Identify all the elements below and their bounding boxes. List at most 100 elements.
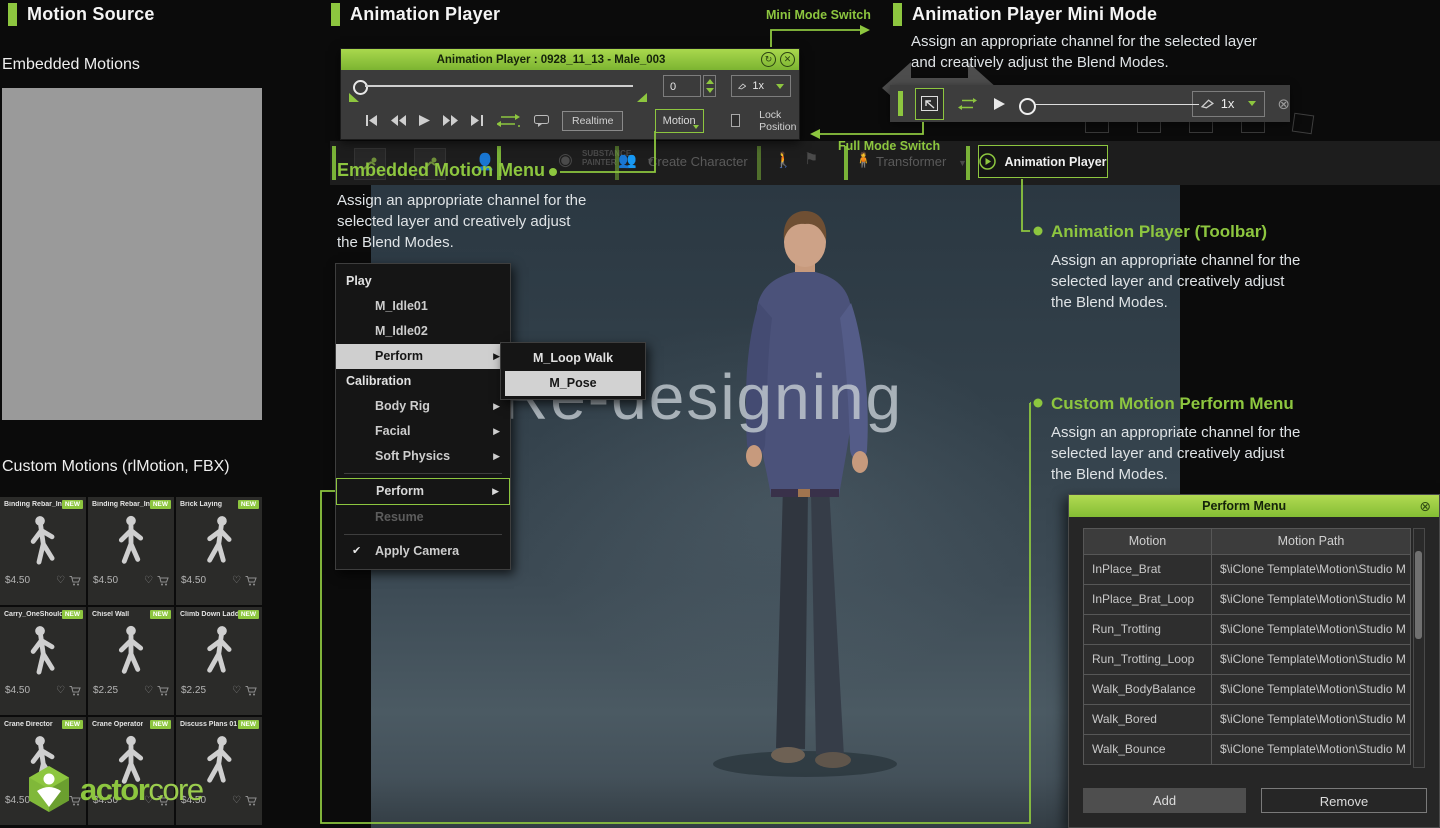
frame-spinner[interactable] <box>703 75 716 97</box>
close-icon[interactable]: ⊗ <box>1419 498 1431 515</box>
motion-path-cell[interactable]: $\iClone Template\Motion\Studio M <box>1212 615 1410 644</box>
close-icon[interactable]: ✕ <box>780 52 795 67</box>
flag-icon[interactable]: ⚑ <box>804 149 818 169</box>
menu-item-m-idle02[interactable]: M_Idle02 <box>336 319 510 344</box>
table-row[interactable]: Run_Trotting$\iClone Template\Motion\Stu… <box>1084 615 1410 645</box>
cart-icon[interactable] <box>157 686 169 696</box>
mini-speed-dropdown[interactable]: 1x <box>1192 91 1266 117</box>
table-row[interactable]: InPlace_Brat_Loop$\iClone Template\Motio… <box>1084 585 1410 615</box>
mini-close-icon[interactable]: ⊗ <box>1277 95 1290 113</box>
caption-bubble-icon[interactable] <box>534 115 549 127</box>
pose-icon[interactable]: 🚶 <box>774 151 793 169</box>
heart-icon[interactable]: ♡ <box>232 795 241 806</box>
fast-forward-button[interactable] <box>443 115 458 126</box>
rewind-button[interactable] <box>391 115 406 126</box>
realtime-button[interactable]: Realtime <box>562 111 623 131</box>
motion-path-cell[interactable]: $\iClone Template\Motion\Studio M <box>1212 705 1410 734</box>
heart-icon[interactable]: ♡ <box>56 685 65 696</box>
motion-cell[interactable]: Walk_Bored <box>1084 705 1212 734</box>
menu-item-facial[interactable]: Facial▶ <box>336 419 510 444</box>
frame-input[interactable]: 0 <box>663 75 701 97</box>
range-end-marker[interactable] <box>637 93 647 102</box>
menu-item-apply-camera[interactable]: Apply Camera✔ <box>336 539 510 564</box>
heart-icon[interactable]: ♡ <box>144 685 153 696</box>
timeline-track[interactable] <box>365 85 633 87</box>
mini-play-button[interactable] <box>994 98 1005 110</box>
full-mode-switch-button[interactable] <box>915 88 944 120</box>
transformer-label[interactable]: Transformer <box>876 154 946 169</box>
motion-path-cell[interactable]: $\iClone Template\Motion\Studio M <box>1212 555 1410 584</box>
store-item-card[interactable]: Brick LayingNEW$4.50♡ <box>176 497 262 605</box>
cart-icon[interactable] <box>69 576 81 586</box>
range-start-marker[interactable] <box>349 93 359 102</box>
column-header-motion-path[interactable]: Motion Path <box>1212 529 1410 554</box>
cart-icon[interactable] <box>245 686 257 696</box>
store-item-card[interactable]: Binding Rebar_In Sit...NEW$4.50♡ <box>88 497 174 605</box>
cart-icon[interactable] <box>157 576 169 586</box>
store-item-card[interactable]: Chisel WallNEW$2.25♡ <box>88 607 174 715</box>
store-item-card[interactable]: Binding Rebar_In Sit...NEW$4.50♡ <box>0 497 86 605</box>
menu-item-soft-physics[interactable]: Soft Physics▶ <box>336 444 510 469</box>
loop-button[interactable] <box>497 114 521 127</box>
store-item-card[interactable]: Climb Down Ladder 01NEW$2.25♡ <box>176 607 262 715</box>
animation-player-toolbar-button[interactable]: Animation Player <box>978 145 1108 178</box>
table-scrollbar[interactable] <box>1413 528 1425 768</box>
motion-path-cell[interactable]: $\iClone Template\Motion\Studio M <box>1212 645 1410 674</box>
transformer-icon[interactable]: 🧍 <box>854 151 873 169</box>
menu-separator <box>344 473 502 474</box>
heart-icon[interactable]: ♡ <box>56 575 65 586</box>
perform-dialog-title-bar[interactable]: Perform Menu ⊗ <box>1069 495 1439 517</box>
table-row[interactable]: Walk_Bounce$\iClone Template\Motion\Stud… <box>1084 735 1410 764</box>
create-character-label[interactable]: Create Character <box>648 154 748 169</box>
menu-item-m-idle01[interactable]: M_Idle01 <box>336 294 510 319</box>
motion-path-cell[interactable]: $\iClone Template\Motion\Studio M <box>1212 675 1410 704</box>
speed-dropdown[interactable]: 1x <box>731 75 791 97</box>
table-row[interactable]: Walk_Bored$\iClone Template\Motion\Studi… <box>1084 705 1410 735</box>
cart-icon[interactable] <box>245 576 257 586</box>
menu-item-resume[interactable]: Resume <box>336 505 510 530</box>
table-row[interactable]: Run_Trotting_Loop$\iClone Template\Motio… <box>1084 645 1410 675</box>
cart-icon[interactable] <box>69 686 81 696</box>
motion-button[interactable]: Motion <box>655 109 704 133</box>
add-button[interactable]: Add <box>1083 788 1246 813</box>
create-character-icon[interactable]: 👥 <box>618 151 637 169</box>
motion-path-cell[interactable]: $\iClone Template\Motion\Studio M <box>1212 735 1410 764</box>
column-header-motion[interactable]: Motion <box>1084 529 1212 554</box>
item-thumbnail <box>88 623 174 685</box>
motion-cell[interactable]: Run_Trotting <box>1084 615 1212 644</box>
lock-position-checkbox[interactable] <box>731 114 740 127</box>
scrollbar-thumb[interactable] <box>1415 551 1422 639</box>
item-thumbnail <box>88 513 174 575</box>
menu-item-body-rig[interactable]: Body Rig▶ <box>336 394 510 419</box>
motion-cell[interactable]: Run_Trotting_Loop <box>1084 645 1212 674</box>
motion-cell[interactable]: InPlace_Brat <box>1084 555 1212 584</box>
heart-icon[interactable]: ♡ <box>232 685 241 696</box>
mini-mode-switch-icon[interactable]: ↻ <box>761 52 776 67</box>
menu-item-perform[interactable]: Perform▶ <box>336 478 510 505</box>
submenu-item-m-pose[interactable]: M_Pose <box>505 371 641 396</box>
mini-timeline[interactable] <box>1019 94 1184 114</box>
heart-icon[interactable]: ♡ <box>144 575 153 586</box>
table-row[interactable]: Walk_BodyBalance$\iClone Template\Motion… <box>1084 675 1410 705</box>
skip-start-button[interactable] <box>365 115 378 126</box>
table-row[interactable]: InPlace_Brat$\iClone Template\Motion\Stu… <box>1084 555 1410 585</box>
motion-cell[interactable]: InPlace_Brat_Loop <box>1084 585 1212 614</box>
player-title-bar[interactable]: Animation Player : 0928_11_13 - Male_003… <box>341 49 799 70</box>
remove-button[interactable]: Remove <box>1261 788 1427 813</box>
substance-painter-icon[interactable]: ◉ <box>558 150 573 170</box>
store-item-card[interactable]: Carry_OneShoulderNEW$4.50♡ <box>0 607 86 715</box>
desc-line: selected layer and creatively adjust <box>337 211 586 232</box>
actorcore-hexagon-icon <box>26 764 72 814</box>
character-male-003[interactable] <box>655 208 945 783</box>
motion-cell[interactable]: Walk_Bounce <box>1084 735 1212 764</box>
motion-cell[interactable]: Walk_BodyBalance <box>1084 675 1212 704</box>
item-price: $4.50 <box>181 575 206 586</box>
play-button[interactable] <box>419 115 430 126</box>
skip-end-button[interactable] <box>471 115 484 126</box>
mini-loop-button[interactable] <box>958 98 978 110</box>
motion-path-cell[interactable]: $\iClone Template\Motion\Studio M <box>1212 585 1410 614</box>
menu-item-perform[interactable]: Perform▶ <box>336 344 510 369</box>
heart-icon[interactable]: ♡ <box>232 575 241 586</box>
submenu-item-m-loop-walk[interactable]: M_Loop Walk <box>501 346 645 371</box>
cart-icon[interactable] <box>245 796 257 806</box>
